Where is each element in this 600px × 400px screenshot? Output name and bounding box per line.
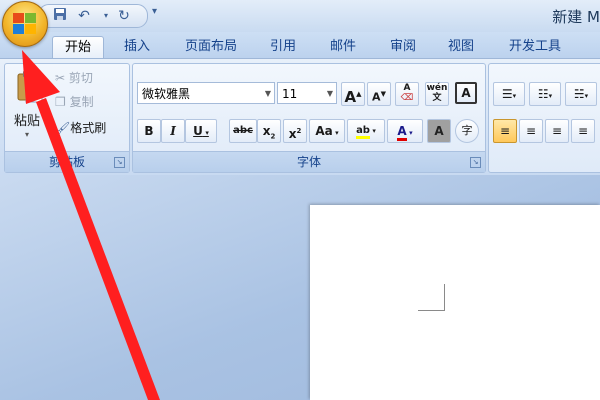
character-border-button[interactable]: A bbox=[455, 82, 477, 104]
copy-button[interactable]: ❐ 复制 bbox=[55, 92, 94, 112]
paragraph-group: ☰▾ ☷▾ ☵▾ ≡ ≡ ≡ ≡ bbox=[488, 63, 600, 173]
paintbrush-icon: 🖌 bbox=[55, 121, 71, 135]
change-case-button[interactable]: Aa ▾ bbox=[309, 119, 345, 143]
align-right-icon: ≡ bbox=[551, 124, 563, 138]
font-color-label: A bbox=[397, 124, 407, 141]
align-right-button[interactable]: ≡ bbox=[545, 119, 569, 143]
office-button[interactable] bbox=[2, 1, 48, 47]
paste-label: 粘贴 bbox=[14, 114, 41, 129]
strikethrough-button[interactable]: abc bbox=[229, 119, 257, 143]
align-left-icon: ≡ bbox=[499, 124, 511, 138]
quick-access-toolbar: ↶ ▾ ↻ bbox=[38, 4, 148, 28]
highlight-label: ab bbox=[356, 125, 370, 139]
change-case-label: Aa bbox=[315, 124, 333, 138]
shrink-font-button[interactable]: A▼ bbox=[367, 82, 391, 106]
customize-qat-button[interactable]: ▾ bbox=[152, 6, 157, 17]
chevron-down-icon: ▼ bbox=[264, 89, 271, 98]
underline-button[interactable]: U ▾ bbox=[185, 119, 217, 143]
align-left-button[interactable]: ≡ bbox=[493, 119, 517, 143]
align-center-button[interactable]: ≡ bbox=[519, 119, 543, 143]
format-painter-button[interactable]: 🖌格式刷 bbox=[55, 118, 106, 138]
tab-review[interactable]: 审阅 bbox=[378, 36, 428, 58]
paste-dropdown-icon[interactable]: ▾ bbox=[25, 130, 29, 139]
justify-button[interactable]: ≡ bbox=[571, 119, 595, 143]
multilevel-list-icon: ☵ bbox=[573, 87, 585, 101]
shrink-font-label: A bbox=[372, 90, 381, 104]
highlight-button[interactable]: ab ▾ bbox=[347, 119, 385, 143]
redo-icon[interactable]: ↻ bbox=[113, 7, 135, 25]
numbered-list-icon: ☷ bbox=[537, 87, 549, 101]
bullets-button[interactable]: ☰▾ bbox=[493, 82, 525, 106]
paste-icon bbox=[17, 71, 43, 103]
multilevel-list-button[interactable]: ☵▾ bbox=[565, 82, 597, 106]
phonetic-guide-button[interactable]: wén 文 bbox=[425, 82, 449, 106]
superscript-button[interactable]: x2 bbox=[283, 119, 307, 143]
bullet-list-icon: ☰ bbox=[501, 87, 513, 101]
paste-button[interactable]: 粘贴 ▾ bbox=[11, 68, 49, 150]
clear-formatting-button[interactable]: A ⌫ bbox=[395, 82, 419, 106]
clipboard-group: 粘贴 ▾ ✂ 剪切 ❐ 复制 🖌格式刷 剪贴板 ↘ bbox=[4, 63, 130, 173]
ribbon: 粘贴 ▾ ✂ 剪切 ❐ 复制 🖌格式刷 剪贴板 ↘ 微软雅黑 ▼ 11 ▼ A▲… bbox=[0, 58, 600, 176]
justify-icon: ≡ bbox=[577, 124, 589, 138]
font-color-button[interactable]: A ▾ bbox=[387, 119, 423, 143]
tab-developer[interactable]: 开发工具 bbox=[498, 36, 572, 58]
font-group: 微软雅黑 ▼ 11 ▼ A▲ A▼ A ⌫ wén 文 A B I U ▾ abc … bbox=[132, 63, 486, 173]
subscript-index: 2 bbox=[270, 132, 276, 141]
margin-corner-mark bbox=[418, 284, 445, 311]
format-painter-label: 格式刷 bbox=[70, 121, 107, 135]
clipboard-launcher-icon[interactable]: ↘ bbox=[114, 157, 125, 168]
font-name-value: 微软雅黑 bbox=[142, 87, 191, 101]
enclose-characters-button[interactable]: 字 bbox=[455, 119, 479, 143]
bold-button[interactable]: B bbox=[137, 119, 161, 143]
cut-label: 剪切 bbox=[68, 71, 93, 85]
phonetic-label: wén bbox=[426, 83, 448, 93]
italic-button[interactable]: I bbox=[161, 119, 185, 143]
font-size-value: 11 bbox=[282, 87, 298, 101]
tab-home[interactable]: 开始 bbox=[52, 36, 104, 59]
font-group-label: 字体 bbox=[133, 151, 485, 172]
save-icon[interactable] bbox=[49, 7, 71, 25]
subscript-button[interactable]: x2 bbox=[257, 119, 281, 143]
title-bar: ↶ ▾ ↻ ▾ 新建 M bbox=[0, 0, 600, 32]
phonetic-char: 文 bbox=[432, 93, 442, 103]
tab-mailings[interactable]: 邮件 bbox=[318, 36, 368, 58]
font-launcher-icon[interactable]: ↘ bbox=[470, 157, 481, 168]
chevron-down-icon: ▼ bbox=[326, 89, 333, 98]
numbering-button[interactable]: ☷▾ bbox=[529, 82, 561, 106]
copy-label: 复制 bbox=[69, 95, 94, 109]
tab-references[interactable]: 引用 bbox=[258, 36, 308, 58]
font-size-combo[interactable]: 11 ▼ bbox=[277, 82, 337, 104]
superscript-index: 2 bbox=[296, 127, 302, 135]
character-shading-button[interactable]: A bbox=[427, 119, 451, 143]
align-center-icon: ≡ bbox=[525, 124, 537, 138]
character-border-label: A bbox=[461, 86, 471, 100]
grow-font-label: A bbox=[344, 88, 357, 106]
copy-icon: ❐ bbox=[55, 95, 70, 109]
tab-view[interactable]: 视图 bbox=[436, 36, 486, 58]
document-page[interactable] bbox=[310, 205, 600, 400]
office-logo-icon bbox=[13, 13, 36, 34]
tab-insert[interactable]: 插入 bbox=[112, 36, 162, 58]
underline-label: U bbox=[193, 124, 203, 138]
clipboard-group-label: 剪贴板 bbox=[5, 151, 129, 172]
tab-page-layout[interactable]: 页面布局 bbox=[176, 36, 246, 58]
undo-icon[interactable]: ↶ bbox=[73, 7, 95, 25]
window-title: 新建 M bbox=[552, 8, 600, 26]
scissors-icon: ✂ bbox=[55, 71, 69, 85]
font-name-combo[interactable]: 微软雅黑 ▼ bbox=[137, 82, 275, 104]
ribbon-tabs: 开始 插入 页面布局 引用 邮件 审阅 视图 开发工具 bbox=[0, 32, 600, 59]
clear-formatting-label: A bbox=[403, 83, 411, 93]
cut-button[interactable]: ✂ 剪切 bbox=[55, 68, 93, 88]
grow-font-button[interactable]: A▲ bbox=[341, 82, 365, 106]
eraser-icon: ⌫ bbox=[400, 93, 414, 103]
